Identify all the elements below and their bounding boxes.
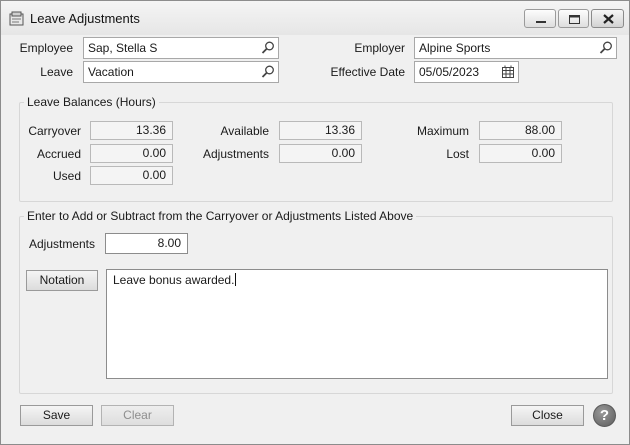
title-bar: Leave Adjustments — [1, 1, 629, 35]
leave-field[interactable]: Vacation — [83, 61, 279, 83]
accrued-value: 0.00 — [90, 144, 173, 163]
effective-date-label: Effective Date — [330, 65, 405, 79]
effective-date-field[interactable]: 05/05/2023 — [414, 61, 519, 83]
app-icon — [9, 11, 24, 26]
calendar-icon[interactable] — [500, 64, 516, 80]
balance-adjustments-value: 0.00 — [279, 144, 362, 163]
minimize-icon — [536, 21, 546, 23]
search-icon[interactable] — [260, 40, 276, 56]
leave-adjustments-window: Leave Adjustments Employee Sap, Stella S… — [0, 0, 630, 445]
notation-button[interactable]: Notation — [26, 270, 98, 291]
adjustments-input[interactable]: 8.00 — [105, 233, 188, 254]
employer-value: Alpine Sports — [419, 41, 491, 55]
maximum-value: 88.00 — [479, 121, 562, 140]
leave-balances-title: Leave Balances (Hours) — [24, 95, 159, 109]
employer-label: Employer — [354, 41, 405, 55]
adjustments-input-label: Adjustments — [28, 237, 95, 251]
notation-textarea[interactable]: Leave bonus awarded. — [106, 269, 608, 379]
employee-label: Employee — [19, 41, 73, 55]
notation-text: Leave bonus awarded. — [113, 273, 235, 287]
employee-field[interactable]: Sap, Stella S — [83, 37, 279, 59]
search-icon[interactable] — [598, 40, 614, 56]
available-value: 13.36 — [279, 121, 362, 140]
employee-value: Sap, Stella S — [88, 41, 158, 55]
balance-adjustments-label: Adjustments — [202, 147, 269, 161]
leave-value: Vacation — [88, 65, 134, 79]
save-button[interactable]: Save — [20, 405, 93, 426]
close-window-button[interactable] — [591, 9, 624, 28]
employer-field[interactable]: Alpine Sports — [414, 37, 617, 59]
adjustment-entry-title: Enter to Add or Subtract from the Carryo… — [24, 209, 417, 223]
used-label: Used — [52, 169, 81, 183]
search-icon[interactable] — [260, 64, 276, 80]
effective-date-value: 05/05/2023 — [419, 65, 480, 79]
used-value: 0.00 — [90, 166, 173, 185]
window-title: Leave Adjustments — [30, 11, 140, 26]
leave-label: Leave — [40, 65, 73, 79]
accrued-label: Accrued — [36, 147, 81, 161]
close-icon — [603, 14, 614, 24]
minimize-button[interactable] — [524, 9, 556, 28]
maximize-icon — [569, 15, 580, 24]
clear-button[interactable]: Clear — [101, 405, 174, 426]
notation-text-wrap: Leave bonus awarded. — [113, 273, 237, 287]
help-icon[interactable]: ? — [593, 404, 616, 427]
carryover-value: 13.36 — [90, 121, 173, 140]
text-caret — [235, 273, 237, 286]
maximum-label: Maximum — [416, 124, 469, 138]
carryover-label: Carryover — [28, 124, 81, 138]
lost-label: Lost — [446, 147, 469, 161]
close-button[interactable]: Close — [511, 405, 584, 426]
available-label: Available — [220, 124, 269, 138]
lost-value: 0.00 — [479, 144, 562, 163]
maximize-button[interactable] — [558, 9, 589, 28]
